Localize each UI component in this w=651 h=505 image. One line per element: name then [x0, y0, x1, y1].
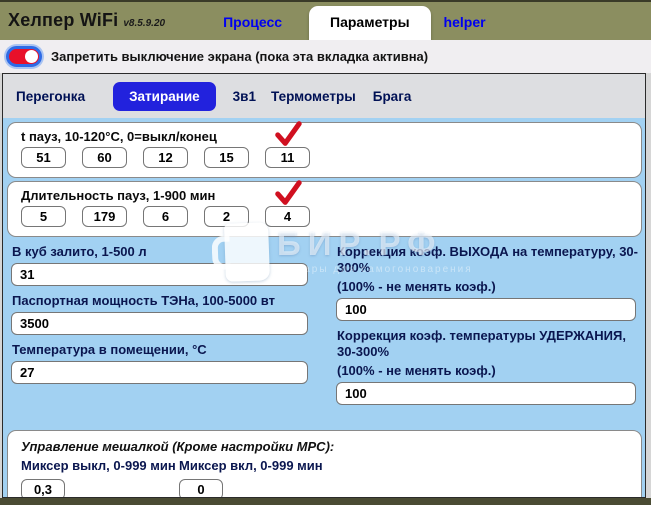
fields-right-column: Коррекция коэф. ВЫХОДА на температуру, 3…	[330, 237, 645, 405]
screen-lock-row: Запретить выключение экрана (пока эта вк…	[0, 40, 651, 73]
pause-temp-label: t пауз, 10-120°C, 0=выкл/конец	[8, 123, 641, 144]
pause-temp-5[interactable]	[265, 147, 310, 168]
mixer-on-input[interactable]	[179, 479, 223, 498]
pause-dur-3[interactable]	[143, 206, 188, 227]
pause-dur-2[interactable]	[82, 206, 127, 227]
coef-output-label2: (100% - не менять коэф.)	[337, 279, 645, 295]
coef-output-input[interactable]	[336, 298, 636, 321]
pause-temp-4[interactable]	[204, 147, 249, 168]
subtab-braga[interactable]: Брага	[373, 89, 412, 104]
pause-dur-1[interactable]	[21, 206, 66, 227]
ten-power-label: Паспортная мощность ТЭНа, 100-5000 вт	[12, 293, 330, 309]
settings-content: t пауз, 10-120°C, 0=выкл/конец Д	[3, 118, 645, 498]
coef-hold-input[interactable]	[336, 382, 636, 405]
app-version: v8.5.9.20	[123, 18, 165, 29]
mixer-on-label: Миксер вкл, 0-999 мин	[179, 458, 323, 473]
mixer-off-input[interactable]	[21, 479, 65, 498]
mixer-panel-title: Управление мешалкой (Кроме настройки МРС…	[8, 431, 641, 456]
pause-dur-5[interactable]	[265, 206, 310, 227]
pause-duration-label: Длительность пауз, 1-900 мин	[8, 182, 641, 203]
ten-power-input[interactable]	[11, 312, 308, 335]
app-window: Хелпер WiFi v8.5.9.20 Процесс Параметры …	[0, 0, 651, 505]
fields-left-column: В куб залито, 1-500 л Паспортная мощност…	[3, 237, 330, 405]
fields-area: В куб залито, 1-500 л Паспортная мощност…	[3, 237, 645, 405]
coef-output-label: Коррекция коэф. ВЫХОДА на температуру, 3…	[337, 244, 645, 276]
pause-temp-3[interactable]	[143, 147, 188, 168]
kub-volume-input[interactable]	[11, 263, 308, 286]
subtab-thermometers[interactable]: Термометры	[271, 89, 356, 104]
pause-temp-panel: t пауз, 10-120°C, 0=выкл/конец	[7, 122, 642, 178]
pause-duration-panel: Длительность пауз, 1-900 мин	[7, 181, 642, 237]
kub-volume-label: В куб залито, 1-500 л	[12, 244, 330, 260]
pause-duration-inputs	[8, 203, 641, 236]
toggle-knob-icon	[25, 50, 38, 63]
mixer-on-group: Миксер вкл, 0-999 мин	[179, 458, 323, 498]
coef-hold-label2: (100% - не менять коэф.)	[337, 363, 645, 379]
mixer-columns: Миксер выкл, 0-999 мин Миксер вкл, 0-999…	[8, 456, 641, 498]
app-title: Хелпер WiFi	[8, 10, 118, 31]
tab-parameters[interactable]: Параметры	[309, 6, 431, 40]
pause-temp-2[interactable]	[82, 147, 127, 168]
pause-temp-inputs	[8, 144, 641, 177]
subtab-peregonka[interactable]: Перегонка	[16, 89, 85, 104]
header-bar: Хелпер WiFi v8.5.9.20 Процесс Параметры …	[0, 0, 651, 40]
subtab-3v1[interactable]: 3в1	[233, 89, 256, 104]
main-frame: Перегонка Затирание 3в1 Термометры Брага…	[2, 73, 646, 498]
mixer-panel: Управление мешалкой (Кроме настройки МРС…	[7, 430, 642, 498]
room-temp-input[interactable]	[11, 361, 308, 384]
tab-process[interactable]: Процесс	[223, 14, 282, 30]
bottom-edge-strip	[0, 498, 651, 505]
tab-helper[interactable]: helper	[444, 14, 486, 30]
mixer-off-group: Миксер выкл, 0-999 мин	[21, 458, 179, 498]
app-title-group: Хелпер WiFi v8.5.9.20	[8, 10, 165, 31]
pause-temp-1[interactable]	[21, 147, 66, 168]
room-temp-label: Температура в помещении, °С	[12, 342, 330, 358]
coef-hold-label: Коррекция коэф. температуры УДЕРЖАНИЯ, 3…	[337, 328, 645, 360]
screen-lock-toggle[interactable]	[6, 46, 42, 67]
mixer-off-label: Миксер выкл, 0-999 мин	[21, 458, 179, 473]
subtab-zatiranie[interactable]: Затирание	[113, 82, 216, 111]
pause-dur-4[interactable]	[204, 206, 249, 227]
screen-lock-label: Запретить выключение экрана (пока эта вк…	[51, 49, 428, 64]
subtab-bar: Перегонка Затирание 3в1 Термометры Брага	[3, 74, 645, 118]
